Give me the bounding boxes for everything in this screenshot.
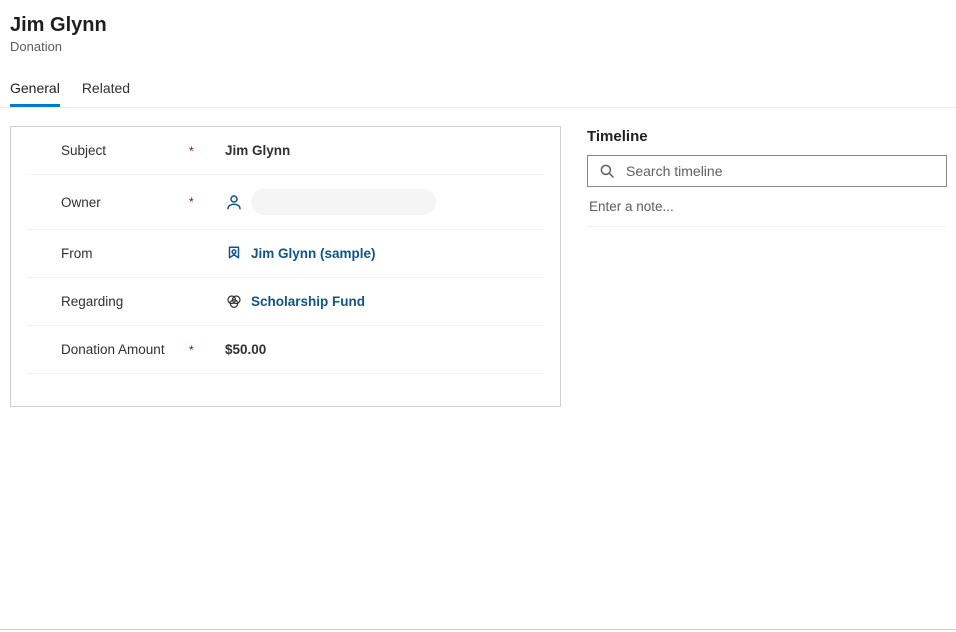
label-owner: Owner: [61, 195, 189, 210]
required-indicator: *: [189, 345, 194, 355]
label-from: From: [61, 246, 189, 261]
search-icon: [598, 162, 616, 180]
value-owner[interactable]: [225, 189, 436, 215]
contact-icon: [225, 245, 243, 263]
field-from: From Jim Glynn (sample): [27, 230, 544, 278]
timeline-search[interactable]: [587, 155, 947, 187]
regarding-link-text: Scholarship Fund: [251, 294, 365, 309]
timeline-title: Timeline: [587, 128, 947, 145]
bottom-divider: [0, 629, 956, 630]
field-subject: Subject * Jim Glynn: [27, 127, 544, 175]
label-donation-amount: Donation Amount: [61, 342, 189, 357]
value-subject[interactable]: Jim Glynn: [225, 143, 290, 158]
value-from[interactable]: Jim Glynn (sample): [225, 245, 376, 263]
owner-value-placeholder: [251, 189, 436, 215]
fund-icon: [225, 293, 243, 311]
person-icon: [225, 193, 243, 211]
field-owner: Owner *: [27, 175, 544, 230]
tab-related[interactable]: Related: [82, 80, 130, 107]
timeline-panel: Timeline Enter a note...: [587, 126, 947, 407]
timeline-search-input[interactable]: [626, 163, 936, 179]
from-link-text: Jim Glynn (sample): [251, 246, 376, 261]
value-regarding[interactable]: Scholarship Fund: [225, 293, 365, 311]
timeline-note-entry[interactable]: Enter a note...: [587, 187, 947, 227]
tab-general[interactable]: General: [10, 80, 60, 107]
field-donation-amount: Donation Amount * $50.00: [27, 326, 544, 374]
required-indicator: *: [189, 146, 194, 156]
required-indicator: *: [189, 197, 194, 207]
label-regarding: Regarding: [61, 294, 189, 309]
form-tabs: General Related: [0, 80, 956, 108]
form-card: Subject * Jim Glynn Owner * From: [10, 126, 561, 407]
entity-subtype: Donation: [10, 39, 946, 54]
page-title: Jim Glynn: [10, 14, 946, 37]
field-regarding: Regarding Scholarship Fund: [27, 278, 544, 326]
label-subject: Subject: [61, 143, 189, 158]
value-donation-amount[interactable]: $50.00: [225, 342, 266, 357]
